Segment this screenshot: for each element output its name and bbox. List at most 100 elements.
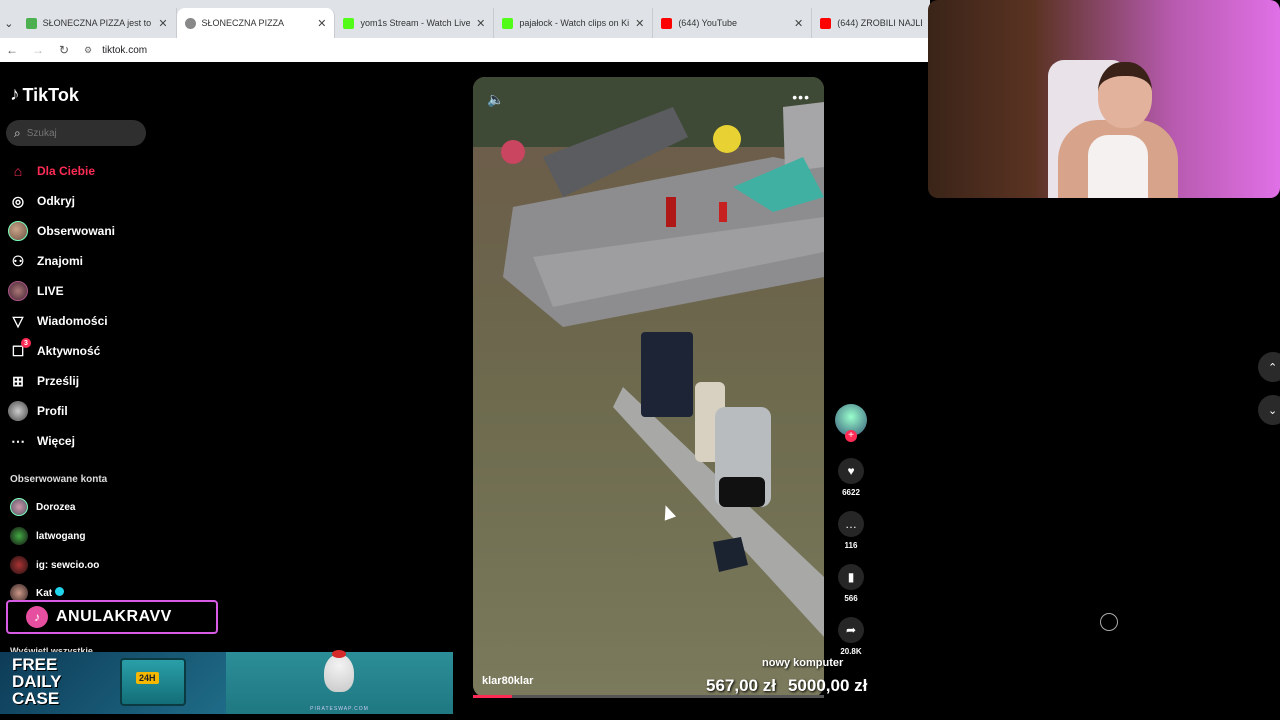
followed-accounts-heading: Obserwowane konta: [10, 474, 108, 485]
close-tab-icon[interactable]: ✕: [476, 17, 485, 30]
donation-goal: 5000,00 zł: [787, 676, 868, 695]
previous-video-button[interactable]: ⌃: [1258, 352, 1280, 382]
sidebar-item-for-you[interactable]: ⌂ Dla Ciebie: [8, 156, 115, 186]
next-video-button[interactable]: ⌄: [1258, 395, 1280, 425]
ad-daily-case: FREE DAILY CASE 24H: [0, 652, 226, 714]
tab-favicon-icon: [25, 17, 37, 29]
sidebar-item-label: Obserwowani: [37, 224, 116, 238]
tab-title: yom1s Stream - Watch Live on: [360, 18, 471, 28]
address-bar: ← → ↻ ⚙ tiktok.com: [0, 38, 930, 62]
avatar: [10, 498, 28, 516]
more-options-icon[interactable]: •••: [792, 89, 810, 105]
video-frame: [473, 77, 824, 697]
sidebar-item-activity[interactable]: ☐ 3 Aktywność: [8, 336, 115, 366]
sidebar-item-messages[interactable]: ▽ Wiadomości: [8, 306, 115, 336]
bookmark-icon: ▮: [838, 564, 864, 590]
ad-headline: FREE DAILY CASE: [12, 655, 62, 708]
browser-tab[interactable]: (644) ZROBILI NAJLEP: [812, 8, 930, 38]
close-tab-icon[interactable]: ✕: [158, 17, 167, 30]
followed-account[interactable]: latwogang: [10, 527, 85, 545]
site-info-icon[interactable]: ⚙: [84, 45, 92, 56]
upload-icon: ⊞: [12, 372, 24, 389]
browser-tab[interactable]: yom1s Stream - Watch Live on ✕: [335, 8, 495, 38]
share-icon: ➦: [838, 617, 864, 643]
ad-mascot: PIRATESWAP.COM: [226, 650, 453, 714]
streamer-webcam: [928, 0, 1280, 198]
tab-title: SŁONECZNA PIZZA jest to prze: [42, 18, 153, 28]
creator-avatar[interactable]: +: [835, 404, 867, 442]
save-button[interactable]: ▮ 566: [833, 564, 869, 603]
like-button[interactable]: ♥ 6622: [833, 458, 869, 497]
close-tab-icon[interactable]: ✕: [794, 17, 803, 30]
streamer-nametag: ♪ ANULAKRAVV: [6, 600, 218, 634]
heart-icon: ♥: [838, 458, 864, 484]
sidebar-item-more[interactable]: ⋯ Więcej: [8, 426, 115, 456]
more-icon: ⋯: [11, 432, 25, 449]
followed-account[interactable]: Dorozea: [10, 498, 75, 516]
tiktok-note-icon: ♪: [10, 84, 20, 105]
browser-tab[interactable]: (644) YouTube ✕: [653, 8, 813, 38]
tab-title: SŁONECZNA PIZZA: [201, 18, 285, 28]
activity-icon: ☐ 3: [8, 338, 31, 361]
logo-text: TikTok: [22, 84, 79, 105]
screen: ⌄ SŁONECZNA PIZZA jest to prze ✕ SŁONECZ…: [0, 0, 1280, 720]
search-input[interactable]: [26, 127, 127, 139]
notification-badge: 3: [21, 338, 31, 348]
video-player[interactable]: 🔈 ••• klar80klar: [473, 77, 824, 697]
chevron-up-icon: ⌃: [1268, 361, 1278, 374]
tab-title: (644) ZROBILI NAJLEP: [837, 18, 922, 28]
case-image: 24H: [120, 658, 186, 706]
sidebar-item-label: Więcej: [37, 434, 75, 448]
tiktok-logo[interactable]: ♪ TikTok: [10, 84, 79, 106]
volume-icon[interactable]: 🔈: [487, 91, 504, 108]
video-author[interactable]: klar80klar: [482, 675, 533, 687]
tab-list-chevron-icon[interactable]: ⌄: [0, 8, 18, 38]
sidebar-item-friends[interactable]: ⚇ Znajomi: [8, 246, 115, 276]
sidebar-menu: ⌂ Dla Ciebie ◎ Odkryj Obserwowani ⚇ Znaj…: [8, 156, 115, 456]
back-arrow-icon[interactable]: ←: [6, 43, 18, 57]
tab-favicon-icon: [184, 17, 196, 29]
sidebar-item-explore[interactable]: ◎ Odkryj: [8, 186, 115, 216]
avatar: [10, 527, 28, 545]
like-count: 6622: [842, 488, 860, 497]
friends-icon: ⚇: [11, 252, 25, 269]
ad-banner: FREE DAILY CASE 24H PIRATESWAP.COM: [0, 650, 453, 714]
sidebar-item-live[interactable]: LIVE: [8, 276, 115, 306]
search-box[interactable]: ⌕: [6, 120, 146, 146]
ad-badge: 24H: [136, 672, 159, 684]
followed-account[interactable]: ig: sewcio.oo: [10, 556, 99, 574]
ad-site: PIRATESWAP.COM: [310, 706, 369, 712]
sidebar-item-label: LIVE: [37, 284, 64, 298]
sidebar-item-upload[interactable]: ⊞ Prześlij: [8, 366, 115, 396]
mascot-image: [324, 650, 354, 692]
share-button[interactable]: ➦ 20.8K: [833, 617, 869, 656]
browser-tab-active[interactable]: SŁONECZNA PIZZA ✕: [176, 8, 336, 38]
browser-tab[interactable]: SŁONECZNA PIZZA jest to prze ✕: [18, 8, 177, 38]
sidebar-item-profile[interactable]: Profil: [8, 396, 115, 426]
streamer-name: ANULAKRAVV: [56, 608, 172, 625]
avatar: [10, 556, 28, 574]
comment-button[interactable]: … 116: [833, 511, 869, 550]
loading-spinner-icon: [1100, 613, 1118, 631]
sidebar-item-label: Znajomi: [37, 254, 84, 268]
youtube-favicon-icon: [820, 17, 832, 29]
follow-plus-icon[interactable]: +: [845, 430, 857, 442]
account-name: Kat: [36, 588, 53, 599]
profile-avatar-icon: [8, 401, 28, 421]
browser-tab-bar: ⌄ SŁONECZNA PIZZA jest to prze ✕ SŁONECZ…: [0, 0, 930, 38]
reload-icon[interactable]: ↻: [58, 43, 70, 57]
streamer-top: [1088, 135, 1148, 198]
sidebar-item-label: Aktywność: [37, 344, 101, 358]
account-name: ig: sewcio.oo: [36, 559, 100, 571]
sidebar-item-following[interactable]: Obserwowani: [8, 216, 115, 246]
tiktok-note-icon: ♪: [26, 606, 48, 628]
url-field[interactable]: tiktok.com: [102, 45, 147, 56]
forward-arrow-icon[interactable]: →: [32, 43, 44, 57]
following-avatar-icon: [8, 221, 28, 241]
close-tab-icon[interactable]: ✕: [635, 17, 644, 30]
close-tab-icon[interactable]: ✕: [317, 17, 326, 30]
save-count: 566: [844, 594, 858, 603]
chevron-down-icon: ⌄: [1268, 404, 1278, 417]
browser-tab[interactable]: pajałock - Watch clips on Kick ✕: [494, 8, 654, 38]
tab-title: pajałock - Watch clips on Kick: [519, 18, 630, 28]
